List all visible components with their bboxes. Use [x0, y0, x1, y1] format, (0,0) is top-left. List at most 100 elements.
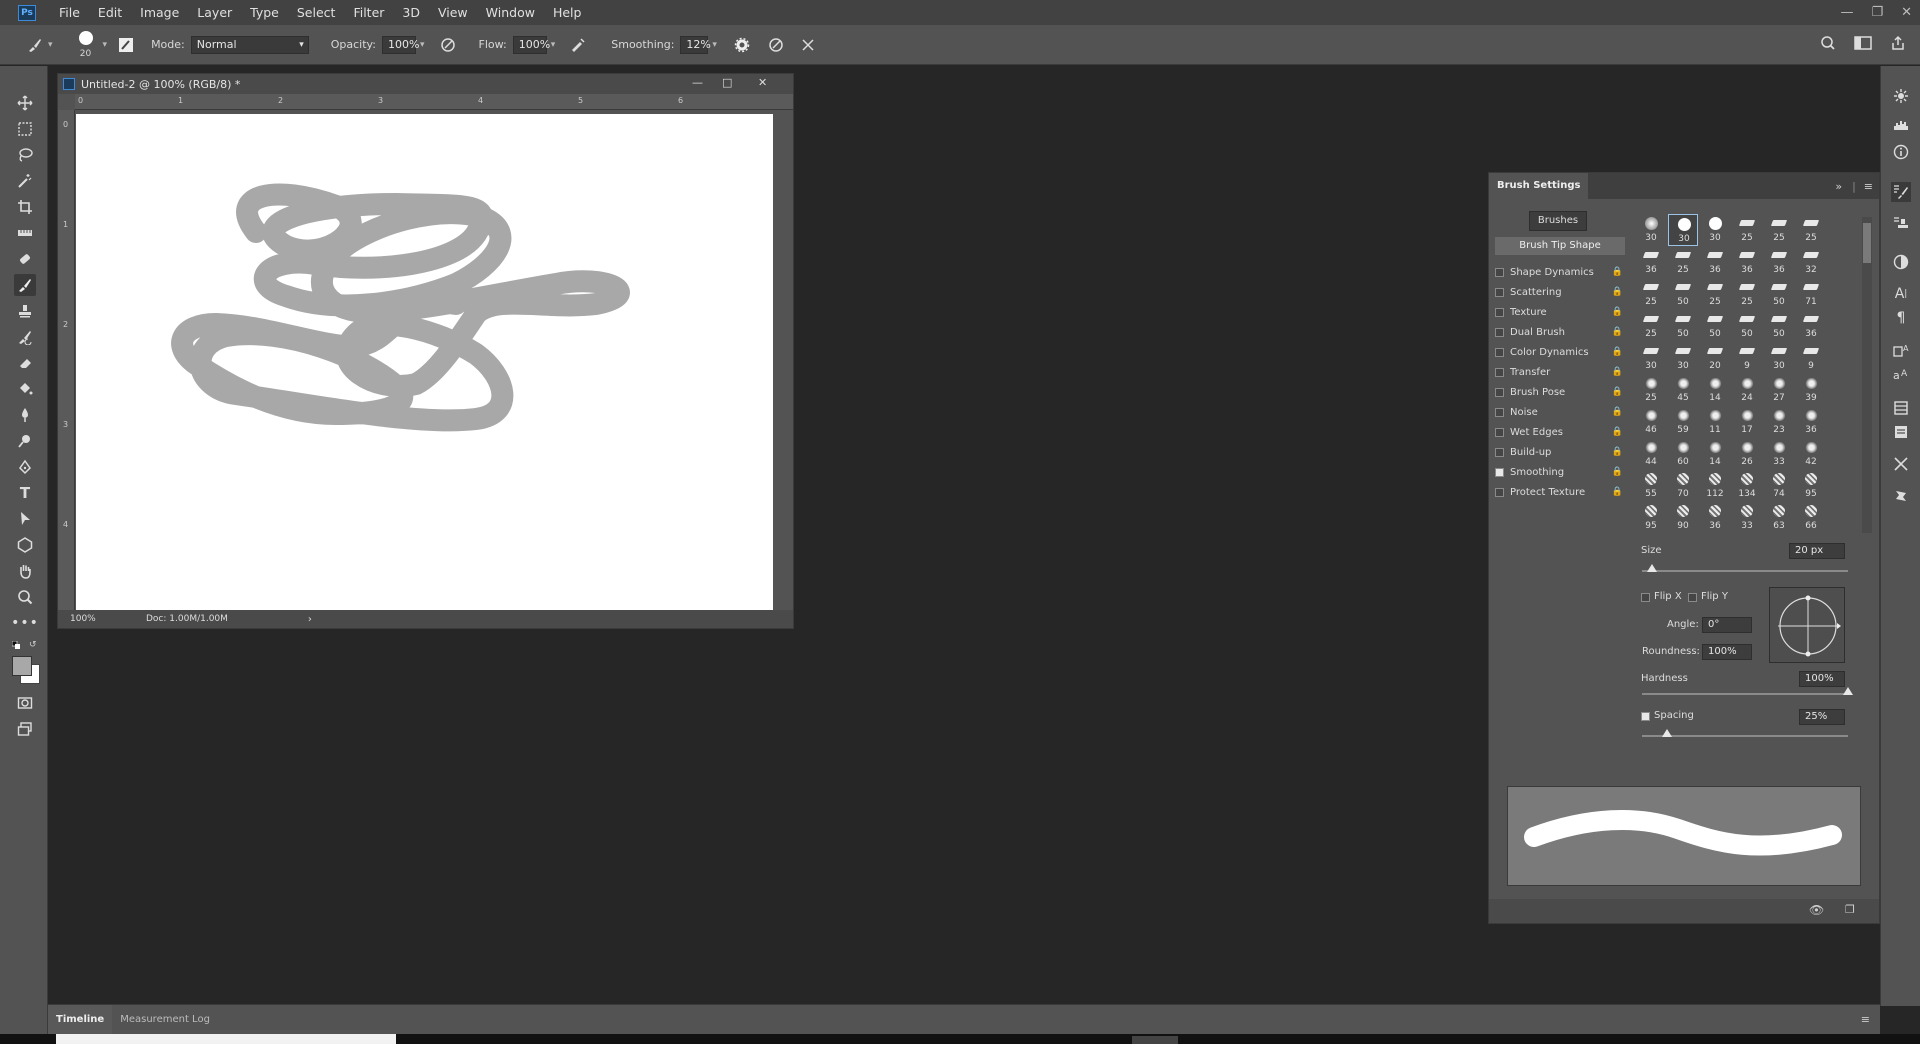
brush-tip-preset[interactable]: 36: [1700, 502, 1730, 534]
character-styles-icon[interactable]: A: [1891, 340, 1911, 360]
pressure-opacity-icon[interactable]: [439, 36, 457, 54]
brush-tip-preset[interactable]: 9: [1732, 342, 1762, 374]
panel-tab-brush-settings[interactable]: Brush Settings: [1489, 173, 1589, 199]
paragraph-styles-icon[interactable]: aA: [1891, 364, 1911, 384]
flip-y-checkbox[interactable]: [1688, 593, 1697, 602]
pen-tool-icon[interactable]: [14, 456, 36, 478]
brush-tip-preset[interactable]: 59: [1668, 406, 1698, 438]
adjustments-icon[interactable]: [1891, 86, 1911, 106]
paragraph-icon[interactable]: ¶: [1891, 308, 1911, 328]
brush-tip-preset[interactable]: 25: [1732, 214, 1762, 246]
toggle-live-tip-icon[interactable]: 👁: [1809, 903, 1824, 917]
brush-tip-preset[interactable]: 32: [1796, 246, 1826, 278]
info-icon[interactable]: [1891, 142, 1911, 162]
brush-tip-preset[interactable]: 30: [1668, 214, 1698, 246]
brush-tip-preset[interactable]: 95: [1796, 470, 1826, 502]
brush-tip-preset[interactable]: 50: [1668, 310, 1698, 342]
brush-tip-preset[interactable]: 36: [1764, 246, 1794, 278]
brush-tool-preset-icon[interactable]: [26, 36, 44, 54]
brush-tip-preset[interactable]: 95: [1636, 502, 1666, 534]
lasso-tool-icon[interactable]: [14, 144, 36, 166]
menu-type[interactable]: Type: [241, 0, 288, 25]
document-info[interactable]: Doc: 1.00M/1.00M: [146, 614, 228, 624]
brush-tip-preset[interactable]: 25: [1796, 214, 1826, 246]
brush-tip-preset[interactable]: 74: [1764, 470, 1794, 502]
brush-tip-preset[interactable]: 36: [1700, 246, 1730, 278]
brush-tip-preset[interactable]: 9: [1796, 342, 1826, 374]
flip-x-checkbox[interactable]: [1641, 593, 1650, 602]
chevron-right-icon[interactable]: ›: [308, 614, 312, 625]
flow-input[interactable]: 100%: [512, 35, 550, 54]
brush-tip-preset[interactable]: 25: [1764, 214, 1794, 246]
character-icon[interactable]: A |: [1891, 284, 1911, 304]
spacing-input[interactable]: 25%: [1799, 709, 1845, 725]
zoom-level[interactable]: 100%: [70, 614, 110, 624]
hardness-slider-track[interactable]: [1642, 693, 1848, 695]
lock-icon[interactable]: 🔒: [1612, 387, 1623, 397]
chevron-down-icon[interactable]: ▾: [420, 40, 425, 50]
swap-colors-icon[interactable]: ↺: [29, 640, 37, 650]
taskbar-item[interactable]: [56, 1034, 396, 1044]
brush-tip-preset[interactable]: 134: [1732, 470, 1762, 502]
restore-icon[interactable]: ❐: [1871, 5, 1883, 20]
ruler-tool-icon[interactable]: [14, 222, 36, 244]
lock-icon[interactable]: 🔒: [1612, 327, 1623, 337]
libraries-icon[interactable]: [1891, 486, 1911, 506]
brush-tip-preset[interactable]: 50: [1732, 310, 1762, 342]
menu-select[interactable]: Select: [288, 0, 345, 25]
checkbox[interactable]: [1495, 287, 1504, 297]
angle-input[interactable]: 0°: [1702, 617, 1752, 633]
brush-tip-preset[interactable]: 30: [1700, 214, 1730, 246]
brush-tip-preset[interactable]: 30: [1636, 214, 1666, 246]
lock-icon[interactable]: 🔒: [1612, 487, 1623, 497]
brush-option-noise[interactable]: Noise 🔒: [1495, 403, 1625, 421]
brush-option-brush-pose[interactable]: Brush Pose 🔒: [1495, 383, 1625, 401]
brush-tip-preset[interactable]: 25: [1636, 278, 1666, 310]
marquee-tool-icon[interactable]: [14, 118, 36, 140]
close-icon[interactable]: ✕: [758, 76, 767, 89]
search-icon[interactable]: [1820, 35, 1836, 54]
brush-option-dual-brush[interactable]: Dual Brush 🔒: [1495, 323, 1625, 341]
brush-tip-preset[interactable]: 50: [1764, 310, 1794, 342]
channels-icon[interactable]: [1891, 422, 1911, 442]
lock-icon[interactable]: 🔒: [1612, 347, 1623, 357]
airbrush-icon[interactable]: [569, 36, 587, 54]
brush-tip-preset[interactable]: 20: [1700, 342, 1730, 374]
brush-tip-shape-option[interactable]: Brush Tip Shape: [1495, 237, 1625, 255]
menu-layer[interactable]: Layer: [188, 0, 241, 25]
checkbox[interactable]: [1495, 447, 1504, 457]
close-icon[interactable]: ✕: [1901, 5, 1912, 20]
dodge-tool-icon[interactable]: [14, 430, 36, 452]
brush-tip-preset[interactable]: 112: [1700, 470, 1730, 502]
brush-tip-preset[interactable]: 39: [1796, 374, 1826, 406]
size-slider-thumb[interactable]: [1647, 564, 1658, 572]
brush-tip-preset[interactable]: 30: [1764, 342, 1794, 374]
hardness-slider-thumb[interactable]: [1843, 687, 1853, 695]
gear-icon[interactable]: [733, 36, 751, 54]
brush-tip-preset[interactable]: 33: [1732, 502, 1762, 534]
crop-tool-icon[interactable]: [14, 196, 36, 218]
blur-tool-icon[interactable]: [14, 404, 36, 426]
minimize-icon[interactable]: —: [692, 76, 703, 89]
type-tool-icon[interactable]: T: [14, 482, 36, 504]
lock-icon[interactable]: 🔒: [1612, 367, 1623, 377]
create-new-brush-icon[interactable]: ❐: [1845, 903, 1855, 916]
brush-settings-panel-icon[interactable]: [1891, 182, 1911, 202]
lock-icon[interactable]: 🔒: [1612, 427, 1623, 437]
brush-tip-preset[interactable]: 27: [1764, 374, 1794, 406]
screen-mode-icon[interactable]: [14, 718, 36, 740]
move-tool-icon[interactable]: [14, 92, 36, 114]
brush-tip-preset[interactable]: 36: [1732, 246, 1762, 278]
brush-tip-preset[interactable]: 55: [1636, 470, 1666, 502]
brush-option-color-dynamics[interactable]: Color Dynamics 🔒: [1495, 343, 1625, 361]
document-tab[interactable]: Untitled-2 @ 100% (RGB/8) * — □ ✕: [58, 74, 793, 94]
brush-tip-preset[interactable]: 25: [1636, 374, 1666, 406]
history-brush-tool-icon[interactable]: [14, 326, 36, 348]
path-selection-tool-icon[interactable]: [14, 508, 36, 530]
clone-stamp-tool-icon[interactable]: [14, 300, 36, 322]
spacing-slider-thumb[interactable]: [1661, 729, 1672, 737]
menu-image[interactable]: Image: [131, 0, 188, 25]
panel-menu-icon[interactable]: ≡: [1864, 180, 1873, 193]
tab-measurement-log[interactable]: Measurement Log: [112, 1005, 218, 1035]
spacing-slider-track[interactable]: [1642, 735, 1848, 737]
